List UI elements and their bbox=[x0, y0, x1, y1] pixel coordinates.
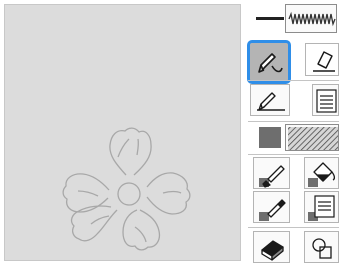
line-type-indicator bbox=[256, 17, 284, 20]
shape-button[interactable] bbox=[304, 231, 339, 263]
toolbar-separator bbox=[248, 227, 339, 228]
document-fill-icon bbox=[308, 195, 335, 221]
paint-brush-icon bbox=[259, 165, 285, 188]
pencil-line-icon bbox=[258, 53, 283, 73]
eraser-line-icon bbox=[313, 51, 335, 72]
fill-color-swatch[interactable] bbox=[259, 127, 281, 148]
line-properties-button[interactable] bbox=[312, 84, 339, 116]
freehand-pen-icon bbox=[257, 92, 285, 111]
fill-pattern-button[interactable] bbox=[285, 124, 339, 151]
eraser-button[interactable] bbox=[253, 231, 290, 263]
flower-outline-drawing bbox=[62, 127, 191, 251]
line-draw-button[interactable] bbox=[247, 40, 291, 84]
drawing-canvas[interactable] bbox=[4, 4, 241, 261]
toolbar-separator bbox=[248, 121, 339, 122]
line-eraser-button[interactable] bbox=[305, 43, 339, 76]
fill-pattern-icon bbox=[288, 127, 338, 150]
document-lines-icon bbox=[316, 89, 337, 113]
toolbar-separator bbox=[248, 80, 339, 81]
fill-properties-button[interactable] bbox=[304, 191, 339, 223]
zigzag-line-icon bbox=[288, 11, 336, 27]
brush-fill-button[interactable] bbox=[253, 157, 290, 189]
eraser-icon bbox=[261, 240, 284, 261]
freehand-line-button[interactable] bbox=[250, 84, 290, 116]
toolbar-separator bbox=[248, 154, 339, 155]
bucket-fill-button[interactable] bbox=[304, 157, 339, 189]
eyedropper-icon bbox=[259, 199, 286, 221]
eyedropper-button[interactable] bbox=[253, 191, 290, 223]
line-type-button[interactable] bbox=[285, 4, 337, 33]
paint-bucket-icon bbox=[308, 162, 336, 187]
shapes-icon bbox=[312, 238, 332, 259]
